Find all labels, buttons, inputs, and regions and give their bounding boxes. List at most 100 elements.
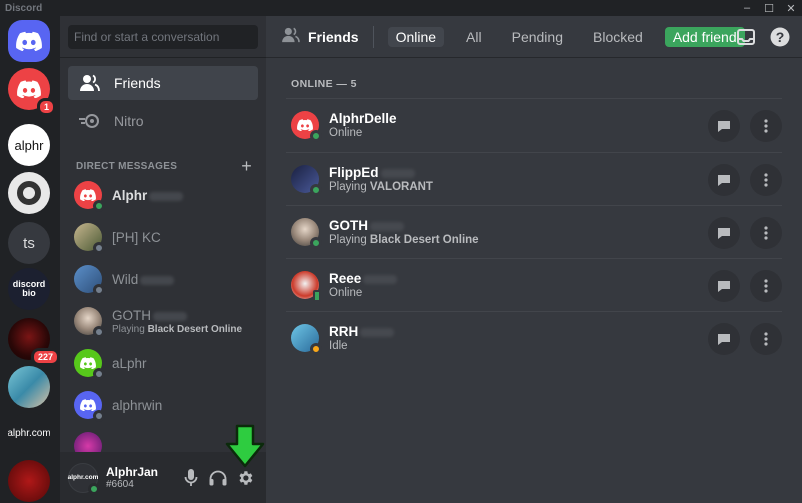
unread-badge: 227 [30,348,60,366]
message-button[interactable] [708,163,740,196]
friend-row[interactable]: GOTH Playing Black Desert Online [286,205,782,258]
discord-logo-icon [17,80,41,98]
friend-row[interactable]: RRH Idle [286,311,782,364]
dm-item[interactable]: aLphr [68,342,258,384]
message-button[interactable] [708,109,740,142]
friend-name: GOTH [329,218,368,233]
user-avatar[interactable]: alphr.com [68,462,100,495]
message-button[interactable] [708,322,740,355]
friend-actions [698,153,782,206]
divider [372,25,374,48]
tab-blocked[interactable]: Blocked [585,27,651,47]
search-bar [60,16,266,58]
headphones-button[interactable] [205,465,231,491]
redacted-text [380,169,415,179]
avatar [74,181,105,212]
user-settings-button[interactable] [232,465,258,491]
status-online-indicator [310,130,322,142]
dm-name: alphrwin [112,397,163,413]
nitro-icon [78,109,102,133]
inbox-icon [737,29,755,45]
more-button[interactable] [750,322,782,355]
server-red-art[interactable]: 227 [8,318,60,366]
server-alphr[interactable]: alphr [8,124,50,166]
friends-icon [282,27,300,46]
server-alphr-com[interactable]: alphr.com [8,412,50,454]
status-online-indicator [310,184,322,196]
server-rail: 1 alphr ts discord bio 227 alphr.com [0,16,60,503]
server-ring[interactable] [8,172,50,214]
chat-bubble-icon [718,333,730,345]
status-idle-indicator [310,343,322,355]
redacted-text [370,222,404,232]
dm-item[interactable]: [PH] KC [68,216,258,258]
friend-name: FlippEd [329,165,379,180]
friend-actions [698,206,782,259]
microphone-button[interactable] [178,465,204,491]
help-icon: ? [770,27,790,47]
toolbar-title: Friends [282,27,359,46]
friends-toolbar: Friends Online All Pending Blocked Add f… [266,16,802,58]
more-vertical-icon [764,172,768,187]
dm-name: Wild [112,271,139,287]
more-button[interactable] [750,109,782,142]
inbox-button[interactable] [734,25,758,49]
help-button[interactable]: ? [768,25,792,49]
nav-friends-label: Friends [114,75,161,91]
nav-friends[interactable]: Friends [68,66,258,100]
friend-status: Playing Black Desert Online [329,234,479,246]
search-input[interactable] [68,25,258,49]
status-offline-indicator [93,410,105,422]
chat-bubble-icon [718,280,730,292]
dm-item[interactable]: Alphr [68,174,258,216]
friend-actions [698,312,782,365]
friend-status: Online [329,127,363,139]
avatar [291,218,322,249]
avatar [74,223,105,254]
message-button[interactable] [708,269,740,302]
redacted-text [360,328,395,338]
home-button[interactable] [8,20,50,62]
server-discord-bio[interactable]: discord bio [8,268,50,310]
friends-icon [78,71,102,95]
unread-badge: 1 [36,98,56,116]
dm-item[interactable]: GOTH Playing Black Desert Online [68,300,258,342]
tab-pending[interactable]: Pending [504,27,571,47]
microphone-icon [184,468,198,486]
dm-item[interactable]: alphrwin [68,384,258,426]
ring-icon [17,181,41,205]
tab-all[interactable]: All [458,27,490,47]
avatar [291,271,321,302]
down-arrow-icon [225,424,265,468]
friend-status: Idle [329,340,348,352]
svg-text:?: ? [776,29,785,45]
discord-logo-icon [80,357,96,369]
friend-row[interactable]: FlippEd Playing VALORANT [286,152,782,205]
app-title: Discord [5,2,43,14]
status-online-indicator [93,200,105,212]
friend-name: Reee [329,271,362,286]
minimize-button[interactable]: – [736,0,758,16]
server-photo[interactable] [8,366,50,408]
window-controls: – ☐ ✕ [736,0,802,16]
redacted-text [363,275,398,285]
server-red-logo[interactable] [8,460,50,502]
friend-row[interactable]: AlphrDelle Online [286,98,782,151]
nav-nitro[interactable]: Nitro [68,104,258,138]
more-button[interactable] [750,269,782,302]
gear-icon [239,470,253,485]
message-button[interactable] [708,216,740,249]
more-button[interactable] [750,163,782,196]
tab-online[interactable]: Online [387,26,445,47]
avatar [74,432,102,452]
server-ts[interactable]: ts [8,222,50,264]
friend-row[interactable]: Reee Online [286,258,782,311]
maximize-button[interactable]: ☐ [758,0,780,16]
user-tag: #6604 [106,479,134,490]
server-discord-red[interactable]: 1 [8,68,56,116]
dm-item[interactable]: Wild [68,258,258,300]
close-button[interactable]: ✕ [780,0,802,16]
more-button[interactable] [750,216,782,249]
status-mobile-indicator [313,290,321,302]
avatar [74,349,105,380]
